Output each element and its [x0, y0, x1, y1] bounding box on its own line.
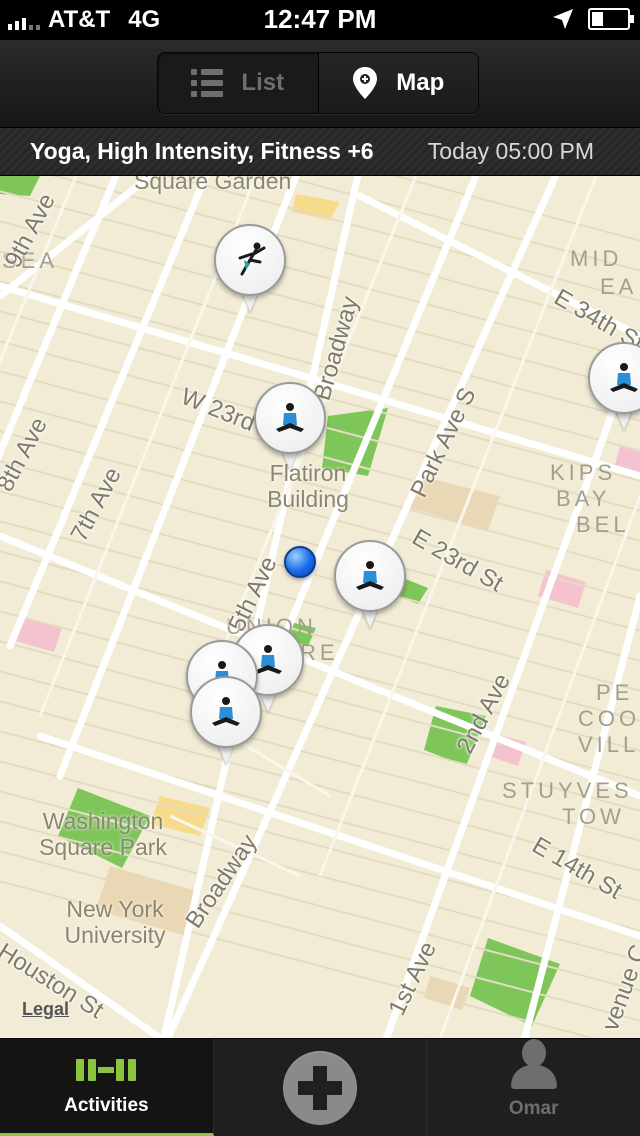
map-pin-icon [353, 67, 378, 99]
list-view-button[interactable]: List [158, 53, 319, 113]
filter-bar[interactable]: Yoga, High Intensity, Fitness +6 Today 0… [0, 128, 640, 176]
status-right [552, 8, 634, 30]
navigation-bar: List Map [0, 40, 640, 128]
tab-profile[interactable]: Omar [427, 1039, 640, 1136]
yoga-icon [356, 561, 384, 590]
view-toggle: List Map [157, 52, 479, 114]
avatar-icon [510, 1039, 557, 1090]
signal-strength-icon [8, 10, 40, 30]
neighborhood-label: VILL [578, 732, 640, 757]
poi-label: Washington Square Park [39, 808, 167, 860]
neighborhood-label: COO [578, 706, 640, 731]
yoga-icon [276, 403, 304, 432]
map-view-label: Map [396, 69, 445, 96]
battery-icon [588, 8, 634, 30]
filter-time: Today 05:00 PM [427, 138, 594, 164]
activity-pin[interactable] [190, 676, 262, 766]
tab-add[interactable] [214, 1039, 428, 1136]
neighborhood-label: BAY [556, 486, 611, 511]
map-block [292, 194, 340, 220]
neighborhood-label: MID [570, 246, 623, 271]
yoga-icon [610, 363, 638, 392]
neighborhood-label: RE [300, 640, 339, 665]
current-location-dot [284, 546, 316, 578]
legal-link[interactable]: Legal [22, 999, 69, 1020]
status-left: AT&T 4G [8, 6, 160, 34]
network-type: 4G [128, 6, 161, 33]
dumbbell-icon [74, 1059, 138, 1081]
map-view[interactable]: SEA MID EA KIPS BAY BEL UNION RE PE COO … [0, 176, 640, 1038]
add-icon [283, 1050, 357, 1125]
list-icon [191, 69, 224, 97]
activity-pin[interactable] [588, 342, 640, 432]
tab-profile-label: Omar [508, 1098, 559, 1119]
location-arrow-icon [553, 9, 573, 29]
tab-bar: Activities Omar [0, 1038, 640, 1136]
carrier-name: AT&T [48, 6, 111, 33]
list-view-label: List [241, 69, 285, 96]
neighborhood-label: KIPS [550, 460, 617, 485]
activity-pin[interactable] [214, 224, 286, 314]
filter-categories: Yoga, High Intensity, Fitness +6 [30, 138, 374, 164]
neighborhood-label: STUYVES [502, 778, 633, 803]
poi-label: New York University [64, 896, 166, 948]
dance-icon [238, 242, 266, 276]
neighborhood-label: PE [596, 680, 634, 705]
poi-label: Square Garden [134, 176, 292, 194]
status-bar: AT&T 4G 12:47 PM [0, 0, 640, 40]
neighborhood-label: TOW [562, 804, 625, 829]
yoga-icon [212, 697, 240, 726]
neighborhood-label: BEL [576, 512, 630, 537]
tab-activities-label: Activities [64, 1095, 149, 1116]
activity-pin[interactable] [254, 382, 326, 472]
activity-pin[interactable] [334, 540, 406, 630]
map-view-button[interactable]: Map [318, 53, 478, 113]
neighborhood-label: EA [600, 274, 638, 299]
tab-activities[interactable]: Activities [0, 1039, 214, 1136]
